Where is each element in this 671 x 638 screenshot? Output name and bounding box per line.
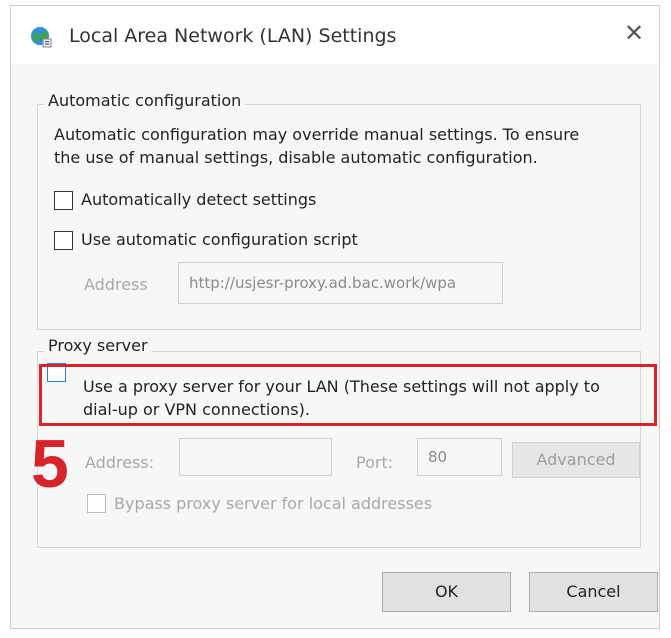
auto-config-script-label[interactable]: Use automatic configuration script (81, 229, 358, 251)
window-title: Local Area Network (LAN) Settings (69, 25, 397, 47)
auto-config-script-checkbox[interactable] (54, 231, 73, 250)
proxy-address-field[interactable] (179, 438, 332, 476)
auto-detect-label[interactable]: Automatically detect settings (81, 189, 316, 211)
globe-settings-icon (31, 27, 52, 48)
cancel-button[interactable]: Cancel (529, 572, 658, 612)
lan-settings-dialog: Local Area Network (LAN) Settings ✕ Auto… (10, 5, 660, 629)
title-bar: Local Area Network (LAN) Settings ✕ (11, 6, 659, 64)
proxy-port-label: Port: (356, 453, 394, 472)
proxy-port-field[interactable]: 80 (417, 438, 502, 476)
auto-detect-checkbox[interactable] (54, 191, 73, 210)
auto-config-address-label: Address (84, 275, 148, 294)
ok-button[interactable]: OK (382, 572, 511, 612)
automatic-configuration-legend: Automatic configuration (44, 91, 246, 110)
proxy-address-label: Address: (85, 453, 155, 472)
step-number: 5 (31, 426, 69, 502)
advanced-button[interactable]: Advanced (512, 442, 640, 478)
use-proxy-highlight-box (39, 364, 657, 426)
auto-config-address-field[interactable]: http://usjesr-proxy.ad.bac.work/wpa (178, 262, 503, 304)
bypass-local-checkbox[interactable] (87, 494, 106, 513)
auto-config-description-line-1: Automatic configuration may override man… (54, 125, 580, 144)
proxy-server-legend: Proxy server (44, 336, 152, 355)
close-icon[interactable]: ✕ (623, 21, 645, 45)
auto-config-description-line-2: the use of manual settings, disable auto… (54, 148, 538, 167)
bypass-local-label[interactable]: Bypass proxy server for local addresses (114, 493, 432, 515)
